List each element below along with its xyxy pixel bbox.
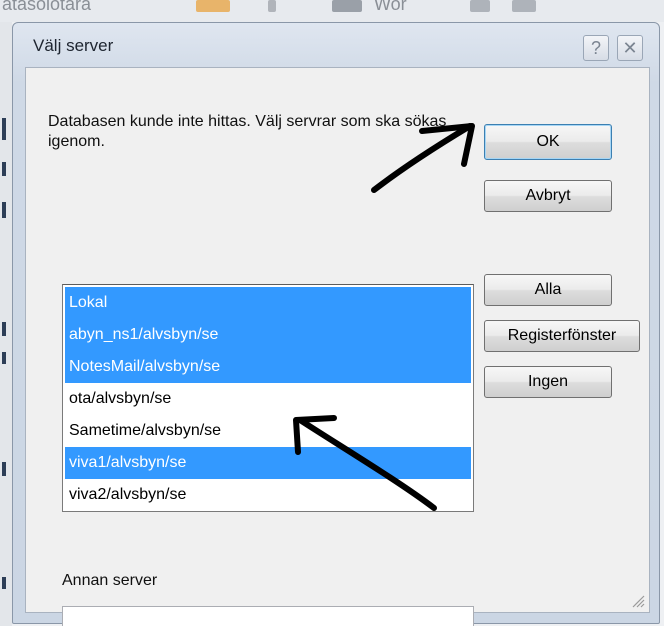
help-button[interactable]: ?: [583, 35, 609, 61]
background-window-edge: [0, 22, 12, 626]
server-list-item[interactable]: viva1/alvsbyn/se: [65, 447, 471, 479]
select-none-button[interactable]: Ingen: [484, 366, 612, 398]
other-server-input[interactable]: [62, 606, 474, 626]
background-edge-mark: [2, 322, 6, 336]
close-icon: ✕: [622, 38, 638, 58]
cancel-button[interactable]: Avbryt: [484, 180, 612, 212]
ok-button[interactable]: OK: [484, 124, 612, 160]
background-toolbar-icon: [332, 0, 362, 12]
background-toolbar-icon: [268, 0, 276, 12]
background-toolbar-icon: [512, 0, 536, 12]
background-text-fragment: Wor: [374, 0, 407, 14]
resize-grip-icon[interactable]: [629, 592, 645, 608]
select-all-button[interactable]: Alla: [484, 274, 612, 306]
server-list-item[interactable]: ota/alvsbyn/se: [65, 383, 471, 415]
server-list-item[interactable]: Sametime/alvsbyn/se: [65, 415, 471, 447]
background-edge-mark: [2, 202, 6, 218]
background-toolbar-icon: [470, 0, 490, 12]
background-edge-mark: [2, 118, 6, 140]
directory-button[interactable]: Registerfönster: [484, 320, 640, 352]
server-list-item[interactable]: viva2/alvsbyn/se: [65, 479, 471, 511]
dialog-title: Välj server: [33, 36, 114, 55]
background-edge-mark: [2, 462, 6, 476]
background-text-fragment: atasolotara: [2, 0, 92, 14]
background-toolbar: atasolotara Wor: [0, 0, 664, 22]
dialog-titlebar[interactable]: Välj server ? ✕: [13, 23, 659, 67]
background-edge-mark: [2, 577, 6, 589]
server-listbox[interactable]: Lokal abyn_ns1/alvsbyn/se NotesMail/alvsby…: [62, 284, 474, 512]
select-server-dialog: Välj server ? ✕ Databasen kunde inte hit…: [12, 22, 660, 626]
server-list-item[interactable]: Lokal: [65, 287, 471, 319]
background-edge-mark: [2, 352, 6, 364]
dialog-message: Databasen kunde inte hittas. Välj servra…: [48, 113, 447, 150]
close-button[interactable]: ✕: [617, 35, 643, 61]
help-icon: ?: [590, 38, 601, 58]
server-list-item[interactable]: NotesMail/alvsbyn/se: [65, 351, 471, 383]
background-toolbar-icon: [196, 0, 230, 12]
background-edge-mark: [2, 162, 6, 176]
server-list-item[interactable]: abyn_ns1/alvsbyn/se: [65, 319, 471, 351]
other-server-label: Annan server: [62, 572, 158, 589]
screenshot-stage: atasolotara Wor Välj server ? ✕ Database…: [0, 0, 664, 626]
dialog-content: Databasen kunde inte hittas. Välj servra…: [25, 67, 650, 626]
